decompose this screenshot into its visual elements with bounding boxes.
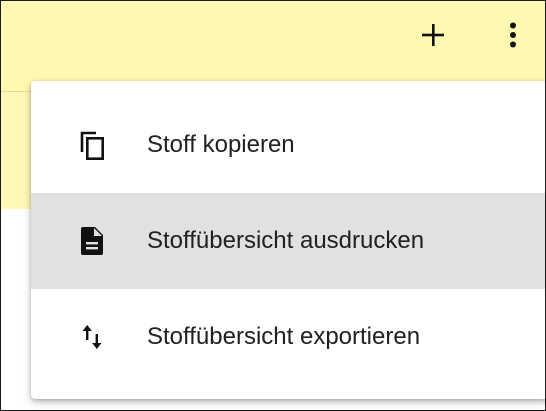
menu-item-label: Stoff kopieren bbox=[147, 131, 295, 158]
menu-item-print[interactable]: Stoffübersicht ausdrucken bbox=[31, 193, 545, 289]
copy-icon bbox=[79, 130, 105, 160]
import-export-icon bbox=[79, 322, 105, 352]
plus-icon bbox=[422, 24, 444, 46]
menu-item-label: Stoffübersicht exportieren bbox=[147, 323, 421, 350]
add-button[interactable] bbox=[413, 15, 453, 55]
menu-item-export[interactable]: Stoffübersicht exportieren bbox=[31, 289, 545, 385]
overflow-menu: Stoff kopieren Stoffübersicht ausdrucken bbox=[31, 81, 545, 399]
app-window: Stoff kopieren Stoffübersicht ausdrucken bbox=[0, 0, 546, 411]
more-options-button[interactable] bbox=[493, 15, 533, 55]
app-bar bbox=[1, 1, 545, 91]
menu-item-label: Stoffübersicht ausdrucken bbox=[147, 227, 425, 254]
menu-item-copy[interactable]: Stoff kopieren bbox=[31, 97, 545, 193]
document-icon bbox=[79, 226, 105, 256]
more-vert-icon bbox=[510, 22, 516, 48]
